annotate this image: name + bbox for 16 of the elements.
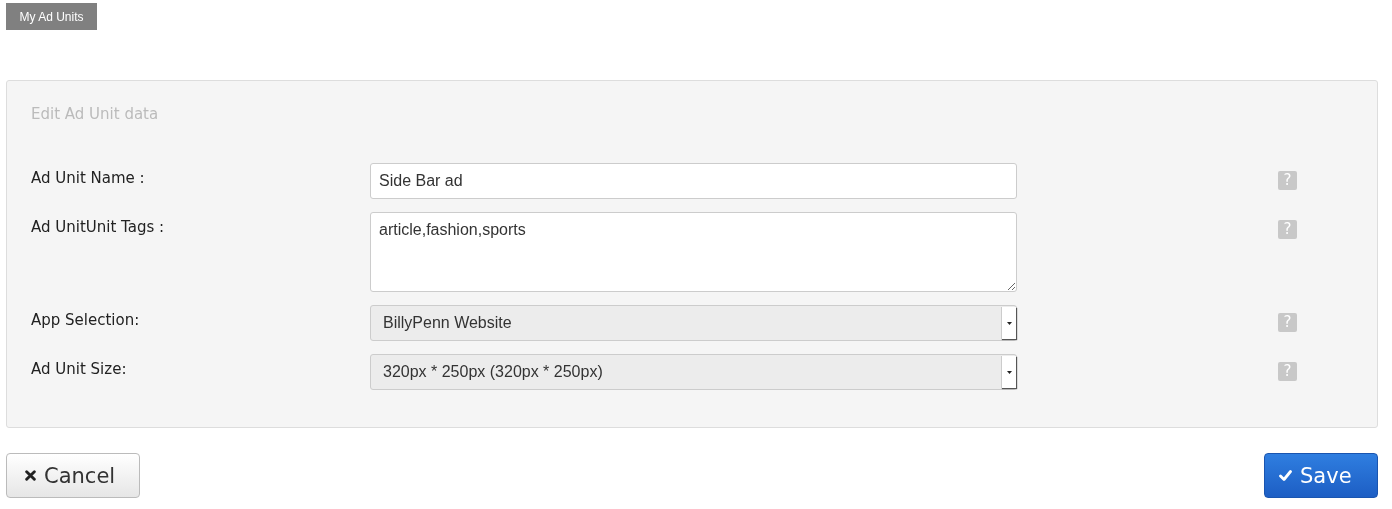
field-label: Ad Unit Name : bbox=[31, 168, 146, 187]
caret-icon bbox=[1006, 321, 1012, 325]
close-icon bbox=[25, 470, 36, 481]
panel-title: Edit Ad Unit data bbox=[31, 105, 160, 123]
caret-icon bbox=[1006, 370, 1012, 374]
field-label: Ad Unit Size: bbox=[31, 359, 128, 378]
dropdown[interactable]: 320px * 250px (320px * 250px) bbox=[370, 354, 1017, 390]
tags-field[interactable]: article,fashion,sports bbox=[370, 212, 1017, 292]
save-button[interactable]: Save bbox=[1264, 453, 1378, 498]
my-ad-units-button[interactable]: My Ad Units bbox=[6, 3, 97, 30]
checkmark-icon bbox=[1279, 470, 1292, 481]
field-label: Ad UnitUnit Tags : bbox=[31, 217, 166, 236]
field-label: App Selection: bbox=[31, 310, 141, 329]
cancel-button[interactable]: Cancel bbox=[6, 453, 140, 498]
input-field[interactable]: Side Bar ad bbox=[370, 163, 1017, 199]
dropdown[interactable]: BillyPenn Website bbox=[370, 305, 1017, 341]
